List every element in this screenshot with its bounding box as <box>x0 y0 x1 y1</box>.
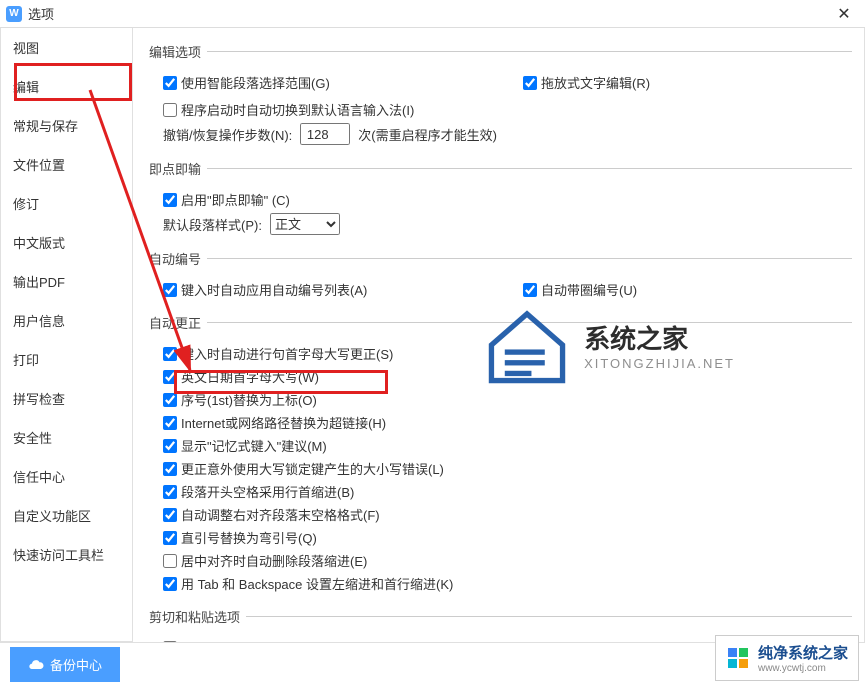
group-edit-options: 编辑选项 使用智能段落选择范围(G) 拖放式文字编辑(R) 程序启动时自动切换到… <box>149 42 852 149</box>
sidebar-item-0[interactable]: 视图 <box>1 28 132 67</box>
group-legend: 编辑选项 <box>149 42 207 61</box>
sidebar-item-4[interactable]: 修订 <box>1 184 132 223</box>
sidebar-item-1[interactable]: 编辑 <box>1 67 132 106</box>
checkbox-drag-edit[interactable]: 拖放式文字编辑(R) <box>523 73 650 92</box>
sidebar-item-7[interactable]: 用户信息 <box>1 301 132 340</box>
footer: 备份中心 <box>0 642 865 686</box>
window-title: 选项 <box>28 4 829 23</box>
checkbox-autocorrect-7[interactable]: 自动调整右对齐段落末空格格式(F) <box>163 505 380 524</box>
checkbox-autocorrect-10[interactable]: 用 Tab 和 Backspace 设置左缩进和首行缩进(K) <box>163 574 453 593</box>
content-pane: 编辑选项 使用智能段落选择范围(G) 拖放式文字编辑(R) 程序启动时自动切换到… <box>133 28 865 642</box>
checkbox-cut-paste-item[interactable] <box>163 638 194 642</box>
checkbox-autocorrect-8[interactable]: 直引号替换为弯引号(Q) <box>163 528 317 547</box>
checkbox-autocorrect-3[interactable]: Internet或网络路径替换为超链接(H) <box>163 413 386 432</box>
default-style-label: 默认段落样式(P): <box>163 215 262 234</box>
sidebar-item-11[interactable]: 信任中心 <box>1 457 132 496</box>
checkbox-autocorrect-4[interactable]: 显示"记忆式键入"建议(M) <box>163 436 327 455</box>
checkbox-smart-select[interactable]: 使用智能段落选择范围(G) <box>163 73 330 92</box>
undo-steps-label: 撤销/恢复操作步数(N): <box>163 125 292 144</box>
group-legend: 即点即输 <box>149 159 207 178</box>
checkbox-auto-circle-number[interactable]: 自动带圈编号(U) <box>523 280 637 299</box>
titlebar: W 选项 ✕ <box>0 0 865 28</box>
sidebar-item-3[interactable]: 文件位置 <box>1 145 132 184</box>
sidebar-item-9[interactable]: 拼写检查 <box>1 379 132 418</box>
group-legend: 自动编号 <box>149 249 207 268</box>
checkbox-autocorrect-6[interactable]: 段落开头空格采用行首缩进(B) <box>163 482 354 501</box>
app-icon: W <box>6 6 22 22</box>
cloud-icon <box>28 657 44 673</box>
checkbox-autocorrect-2[interactable]: 序号(1st)替换为上标(O) <box>163 390 317 409</box>
checkbox-enable-click-type[interactable]: 启用"即点即输" (C) <box>163 190 290 209</box>
checkbox-autocorrect-9[interactable]: 居中对齐时自动删除段落缩进(E) <box>163 551 367 570</box>
group-legend: 自动更正 <box>149 313 207 332</box>
undo-steps-suffix: 次(需重启程序才能生效) <box>358 125 497 144</box>
sidebar-item-10[interactable]: 安全性 <box>1 418 132 457</box>
checkbox-autocorrect-5[interactable]: 更正意外使用大写锁定键产生的大小写错误(L) <box>163 459 444 478</box>
sidebar-item-6[interactable]: 输出PDF <box>1 262 132 301</box>
sidebar-item-2[interactable]: 常规与保存 <box>1 106 132 145</box>
undo-steps-input[interactable] <box>300 123 350 145</box>
close-button[interactable]: ✕ <box>829 4 859 24</box>
checkbox-auto-ime[interactable]: 程序启动时自动切换到默认语言输入法(I) <box>163 100 414 119</box>
default-style-select[interactable]: 正文 <box>270 213 340 235</box>
sidebar-item-12[interactable]: 自定义功能区 <box>1 496 132 535</box>
checkbox-autocorrect-0[interactable]: 键入时自动进行句首字母大写更正(S) <box>163 344 393 363</box>
group-auto-correct: 自动更正 键入时自动进行句首字母大写更正(S) 英文日期首字母大写(W) 序号(1s… <box>149 313 852 597</box>
group-cut-paste: 剪切和粘贴选项 <box>149 607 852 642</box>
group-click-type: 即点即输 启用"即点即输" (C) 默认段落样式(P): 正文 <box>149 159 852 239</box>
backup-center-button[interactable]: 备份中心 <box>10 647 120 682</box>
sidebar-item-13[interactable]: 快速访问工具栏 <box>1 535 132 574</box>
sidebar-item-5[interactable]: 中文版式 <box>1 223 132 262</box>
sidebar-item-8[interactable]: 打印 <box>1 340 132 379</box>
sidebar: 视图编辑常规与保存文件位置修订中文版式输出PDF用户信息打印拼写检查安全性信任中… <box>0 28 133 642</box>
group-auto-number: 自动编号 键入时自动应用自动编号列表(A) 自动带圈编号(U) <box>149 249 852 303</box>
checkbox-auto-number-list[interactable]: 键入时自动应用自动编号列表(A) <box>163 280 367 299</box>
group-legend: 剪切和粘贴选项 <box>149 607 246 626</box>
checkbox-autocorrect-1[interactable]: 英文日期首字母大写(W) <box>163 367 319 386</box>
